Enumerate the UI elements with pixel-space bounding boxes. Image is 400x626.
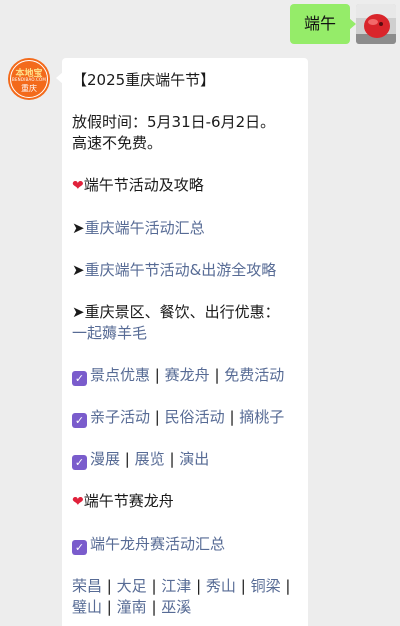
link-district[interactable]: 巫溪 bbox=[161, 598, 191, 616]
discount-link-row: 一起薅羊毛 bbox=[72, 323, 298, 344]
link-dragon-boat[interactable]: 赛龙舟 bbox=[165, 366, 210, 384]
avatar-logo-domain: BENDIBAO.COM bbox=[12, 77, 46, 82]
link-district[interactable]: 秀山 bbox=[206, 577, 236, 595]
discount-label-row: ➤重庆景区、餐饮、出行优惠： bbox=[72, 302, 298, 323]
link-row-activities: ➤重庆端午活动汇总 bbox=[72, 218, 298, 239]
arrow-icon: ➤ bbox=[72, 261, 85, 279]
separator: | bbox=[229, 408, 235, 426]
category-row-3: ✓ 漫展 | 展览 | 演出 bbox=[72, 449, 298, 470]
link-district[interactable]: 潼南 bbox=[117, 598, 147, 616]
separator: | bbox=[240, 577, 246, 595]
link-district[interactable]: 江津 bbox=[161, 577, 191, 595]
link-exhibitions[interactable]: 展览 bbox=[135, 450, 165, 468]
districts-row-2: 璧山 | 潼南 | 巫溪 bbox=[72, 597, 298, 618]
link-dragon-boat-summary[interactable]: 端午龙舟赛活动汇总 bbox=[90, 535, 225, 553]
link-scenic-discount[interactable]: 景点优惠 bbox=[90, 366, 150, 384]
link-family-activities[interactable]: 亲子活动 bbox=[90, 408, 150, 426]
message-title: 【2025重庆端午节】 bbox=[72, 71, 216, 89]
separator: | bbox=[154, 366, 160, 384]
link-peach-picking[interactable]: 摘桃子 bbox=[239, 408, 284, 426]
link-free-events[interactable]: 免费活动 bbox=[224, 366, 284, 384]
link-folk-activities[interactable]: 民俗活动 bbox=[165, 408, 225, 426]
separator: | bbox=[169, 450, 175, 468]
link-activities-summary[interactable]: 重庆端午活动汇总 bbox=[85, 219, 205, 237]
districts-row-1: 荣昌 | 大足 | 江津 | 秀山 | 铜梁 | bbox=[72, 576, 298, 597]
separator: | bbox=[196, 577, 202, 595]
section-heading-text: 端午节活动及攻略 bbox=[83, 176, 204, 194]
category-row-1: ✓ 景点优惠 | 赛龙舟 | 免费活动 bbox=[72, 365, 298, 386]
user-avatar[interactable] bbox=[356, 4, 396, 44]
arrow-icon: ➤ bbox=[72, 303, 85, 321]
heart-icon: ❤ bbox=[72, 494, 84, 510]
link-row-guide: ➤重庆端午节活动&出游全攻略 bbox=[72, 260, 298, 281]
link-district[interactable]: 铜梁 bbox=[251, 577, 281, 595]
separator: | bbox=[106, 598, 112, 616]
separator: | bbox=[106, 577, 112, 595]
link-district[interactable]: 璧山 bbox=[72, 598, 102, 616]
arrow-icon: ➤ bbox=[72, 219, 85, 237]
discount-label: 重庆景区、餐饮、出行优惠： bbox=[84, 303, 280, 321]
link-district[interactable]: 荣昌 bbox=[72, 577, 102, 595]
outgoing-message-bubble[interactable]: 端午 bbox=[289, 4, 357, 44]
separator: | bbox=[124, 450, 130, 468]
user-avatar-image bbox=[356, 4, 396, 44]
separator: | bbox=[154, 408, 160, 426]
link-comic-expo[interactable]: 漫展 bbox=[90, 450, 120, 468]
checkbox-icon: ✓ bbox=[72, 371, 87, 386]
category-row-2: ✓ 亲子活动 | 民俗活动 | 摘桃子 bbox=[72, 407, 298, 428]
outgoing-message-row: 端午 bbox=[0, 4, 400, 48]
dragon-boat-link-row: ✓ 端午龙舟赛活动汇总 bbox=[72, 534, 298, 555]
separator: | bbox=[285, 577, 291, 595]
section-heading-activities: ❤端午节活动及攻略 bbox=[72, 175, 298, 197]
avatar-logo-city: 重庆 bbox=[21, 84, 37, 93]
sender-avatar[interactable]: 本地宝 BENDIBAO.COM 重庆 bbox=[8, 58, 50, 100]
holiday-info-line2: 高速不免费。 bbox=[72, 134, 163, 152]
separator: | bbox=[151, 577, 157, 595]
separator: | bbox=[214, 366, 220, 384]
checkbox-icon: ✓ bbox=[72, 413, 87, 428]
link-travel-guide[interactable]: 重庆端午节活动&出游全攻略 bbox=[85, 261, 277, 279]
section-heading-dragon-boat: ❤端午节赛龙舟 bbox=[72, 491, 298, 513]
checkbox-icon: ✓ bbox=[72, 540, 87, 555]
heart-icon: ❤ bbox=[72, 178, 84, 194]
separator: | bbox=[151, 598, 157, 616]
checkbox-icon: ✓ bbox=[72, 455, 87, 470]
section-heading-text: 端午节赛龙舟 bbox=[83, 492, 174, 510]
link-deals[interactable]: 一起薅羊毛 bbox=[72, 324, 147, 342]
incoming-message-bubble: 【2025重庆端午节】 放假时间：5月31日-6月2日。 高速不免费。 ❤端午节… bbox=[56, 58, 308, 626]
link-district[interactable]: 大足 bbox=[117, 577, 147, 595]
holiday-info-line1: 放假时间：5月31日-6月2日。 bbox=[72, 113, 276, 131]
link-performances[interactable]: 演出 bbox=[179, 450, 209, 468]
